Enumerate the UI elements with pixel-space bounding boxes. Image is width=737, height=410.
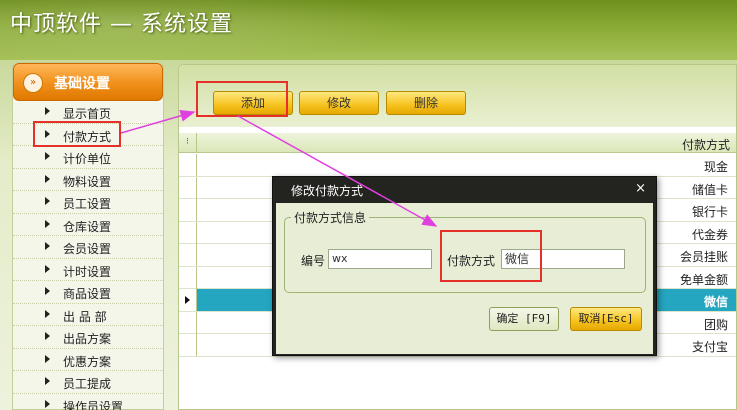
sidebar-item-commission[interactable]: 员工提成	[13, 371, 163, 394]
row-header[interactable]	[179, 154, 197, 176]
sidebar: » 基础设置 显示首页 付款方式 计价单位 物料设置 员工设置 仓库设置 会员设…	[12, 62, 164, 410]
table-cell: 免单金额	[679, 272, 728, 287]
table-cell: 现金	[703, 160, 728, 174]
row-header[interactable]	[179, 221, 197, 244]
row-header[interactable]	[179, 266, 197, 289]
triangle-right-icon	[45, 377, 50, 385]
double-chevron-right-icon: »	[23, 73, 43, 93]
triangle-right-icon	[45, 107, 50, 115]
sidebar-item-materials[interactable]: 物料设置	[13, 169, 163, 191]
triangle-right-icon	[45, 287, 50, 295]
table-cell: 代金券	[691, 227, 728, 242]
code-label: 编号	[301, 254, 326, 268]
grid-header: ⁝ 付款方式	[179, 133, 736, 153]
annotation-box-method	[440, 230, 542, 282]
sidebar-header-basic-settings[interactable]: » 基础设置	[13, 63, 163, 101]
cancel-button[interactable]: 取消[Esc]	[570, 307, 642, 331]
column-header-payment-method[interactable]: 付款方式	[682, 136, 730, 153]
sidebar-item-output-plan[interactable]: 出品方案	[13, 326, 163, 349]
row-pointer-icon	[185, 296, 190, 304]
triangle-right-icon	[45, 354, 50, 363]
close-icon[interactable]: ×	[635, 181, 646, 196]
sidebar-item-label: 员工设置	[63, 197, 112, 211]
table-cell: 团购	[703, 317, 728, 332]
sidebar-item-label: 出 品 部	[63, 309, 107, 324]
triangle-right-icon	[45, 264, 50, 273]
sidebar-item-label: 优惠方案	[63, 354, 112, 369]
table-cell: 储值卡	[691, 182, 728, 197]
sidebar-item-label: 商品设置	[63, 287, 112, 301]
sidebar-item-operators[interactable]: 操作员设置	[13, 394, 163, 410]
row-header[interactable]	[179, 334, 197, 356]
sidebar-item-label: 显示首页	[63, 107, 112, 121]
sidebar-item-label: 操作员设置	[63, 399, 124, 410]
grid-corner-menu[interactable]: ⁝	[179, 133, 197, 153]
delete-button[interactable]: 删除	[386, 91, 466, 115]
triangle-right-icon	[45, 152, 50, 160]
row-header[interactable]	[179, 199, 197, 221]
window-title: 中顶软件 — 系统设置	[10, 12, 233, 37]
sidebar-item-label: 员工提成	[63, 377, 112, 391]
sidebar-item-staff[interactable]: 员工设置	[13, 191, 163, 214]
table-cell: 银行卡	[691, 205, 728, 219]
sidebar-item-products[interactable]: 商品设置	[13, 281, 163, 304]
table-cell: 支付宝	[691, 340, 728, 354]
dialog-title: 修改付款方式	[291, 184, 364, 198]
table-cell: 会员挂账	[679, 250, 728, 264]
group-legend: 付款方式信息	[291, 209, 370, 226]
table-cell: 微信	[703, 295, 728, 309]
sidebar-header-label: 基础设置	[54, 76, 110, 92]
edit-button[interactable]: 修改	[299, 91, 379, 115]
triangle-right-icon	[45, 242, 50, 250]
table-row[interactable]: 现金	[179, 154, 736, 177]
triangle-right-icon	[45, 399, 50, 408]
triangle-right-icon	[45, 197, 50, 205]
code-input[interactable]: wx	[328, 249, 432, 269]
annotation-box-add	[196, 81, 288, 117]
triangle-right-icon	[45, 309, 50, 318]
sidebar-item-warehouse[interactable]: 仓库设置	[13, 214, 163, 236]
sidebar-item-members[interactable]: 会员设置	[13, 236, 163, 259]
sidebar-item-label: 计时设置	[63, 264, 112, 279]
app-header: 中顶软件 — 系统设置	[0, 0, 737, 60]
triangle-right-icon	[45, 332, 50, 340]
row-header[interactable]	[179, 176, 197, 199]
sidebar-item-label: 物料设置	[63, 174, 112, 189]
sidebar-item-label: 仓库设置	[63, 219, 112, 234]
sidebar-item-label: 会员设置	[63, 242, 112, 256]
sidebar-item-label: 出品方案	[63, 332, 112, 346]
sidebar-item-discounts[interactable]: 优惠方案	[13, 349, 163, 371]
row-header[interactable]	[179, 311, 197, 334]
sidebar-item-units[interactable]: 计价单位	[13, 146, 163, 169]
row-header[interactable]	[179, 244, 197, 266]
sidebar-list: 显示首页 付款方式 计价单位 物料设置 员工设置 仓库设置 会员设置 计时设置 …	[13, 101, 163, 410]
annotation-box-sidebar	[33, 121, 121, 147]
row-header[interactable]	[179, 289, 197, 311]
sidebar-item-label: 计价单位	[63, 152, 112, 166]
triangle-right-icon	[45, 219, 50, 228]
sidebar-item-kitchen[interactable]: 出 品 部	[13, 304, 163, 326]
sidebar-item-timing[interactable]: 计时设置	[13, 259, 163, 281]
triangle-right-icon	[45, 174, 50, 183]
ok-button[interactable]: 确定 [F9]	[489, 307, 559, 331]
